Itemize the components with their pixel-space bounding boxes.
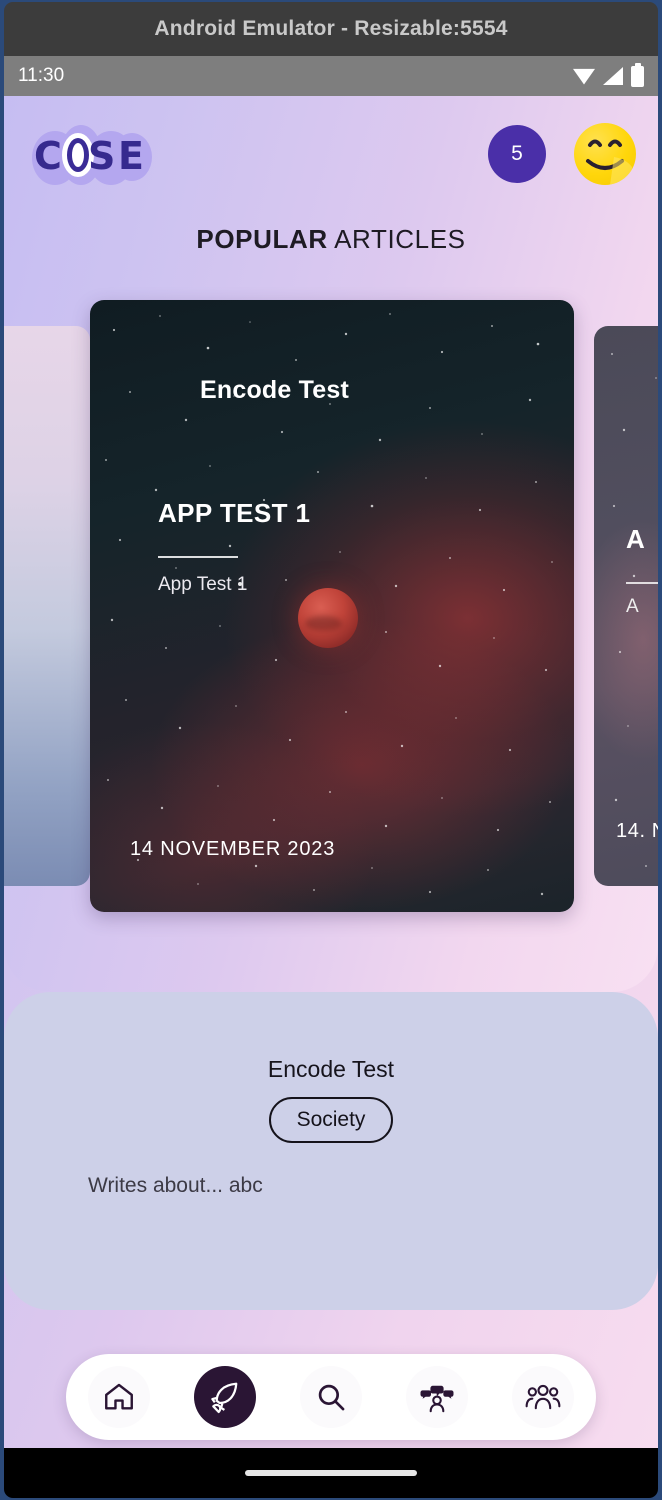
system-navigation-bar bbox=[4, 1448, 658, 1498]
community-icon bbox=[525, 1384, 561, 1410]
cellular-signal-icon bbox=[603, 67, 623, 85]
card-date: 14 NOVEMBER 2023 bbox=[130, 838, 336, 860]
card-subtitle: A bbox=[626, 596, 639, 617]
home-gesture-pill[interactable] bbox=[245, 1470, 417, 1476]
page-title: POPULAR ARTICLES bbox=[4, 224, 658, 255]
page-title-bold: POPULAR bbox=[196, 224, 328, 254]
notification-count-value: 5 bbox=[511, 142, 523, 165]
battery-icon bbox=[631, 62, 644, 87]
profile-notifications-icon bbox=[420, 1385, 454, 1413]
category-chip[interactable]: Society bbox=[268, 1097, 394, 1143]
smiley-face-icon bbox=[586, 139, 632, 185]
page-title-regular: ARTICLES bbox=[334, 224, 466, 254]
logo-letter-c: C bbox=[34, 134, 62, 178]
app-viewport: C S E 5 POPULAR ARTICLES Encode Test APP… bbox=[4, 96, 658, 1448]
rocket-icon bbox=[211, 1382, 238, 1414]
author-writes-about: Writes about... abc bbox=[88, 1174, 263, 1197]
card-divider bbox=[158, 556, 238, 558]
article-card-left[interactable] bbox=[4, 326, 90, 886]
card-date: 14. N bbox=[616, 820, 658, 842]
author-panel bbox=[4, 992, 658, 1310]
nav-item-community[interactable] bbox=[512, 1366, 574, 1428]
card-divider bbox=[626, 582, 658, 584]
nav-item-profile[interactable] bbox=[406, 1366, 468, 1428]
cose-logo[interactable]: C S E bbox=[26, 123, 152, 185]
card-subtitle: App Test 1 bbox=[158, 574, 248, 595]
notification-count-badge[interactable]: 5 bbox=[488, 125, 546, 183]
logo-letter-s: S bbox=[88, 134, 116, 178]
article-card-active[interactable]: Encode Test APP TEST 1 App Test 1 14 NOV… bbox=[90, 300, 574, 912]
bottom-navigation-bar bbox=[66, 1354, 596, 1440]
android-status-bar: 11:30 bbox=[4, 56, 658, 96]
nav-item-home[interactable] bbox=[88, 1366, 150, 1428]
app-header: C S E 5 bbox=[4, 114, 658, 194]
search-icon bbox=[318, 1384, 345, 1411]
emulator-window-title: Android Emulator - Resizable:5554 bbox=[4, 2, 658, 56]
card-heading: A bbox=[626, 524, 645, 554]
emulator-screen: Android Emulator - Resizable:5554 11:30 … bbox=[0, 0, 662, 1500]
article-carousel[interactable]: Encode Test APP TEST 1 App Test 1 14 NOV… bbox=[4, 300, 658, 912]
nav-item-search[interactable] bbox=[300, 1366, 362, 1428]
author-name: Encode Test bbox=[267, 1056, 395, 1082]
header-actions: 5 bbox=[488, 123, 636, 185]
article-card-right[interactable]: A A 14. N bbox=[594, 326, 658, 886]
card-heading: APP TEST 1 bbox=[158, 498, 311, 528]
emulator-title-text: Android Emulator - Resizable:5554 bbox=[154, 17, 508, 40]
home-icon bbox=[105, 1383, 133, 1410]
avatar[interactable] bbox=[574, 123, 636, 185]
wifi-icon bbox=[573, 68, 595, 85]
card-author-title: Encode Test bbox=[200, 376, 349, 404]
status-icon-group bbox=[573, 62, 644, 87]
logo-letter-e: E bbox=[118, 134, 144, 178]
nav-item-explore[interactable] bbox=[194, 1366, 256, 1428]
status-clock: 11:30 bbox=[18, 65, 65, 86]
red-moon-graphic bbox=[298, 588, 358, 648]
author-block: Encode Test Society Writes about... abc bbox=[4, 1056, 658, 1197]
